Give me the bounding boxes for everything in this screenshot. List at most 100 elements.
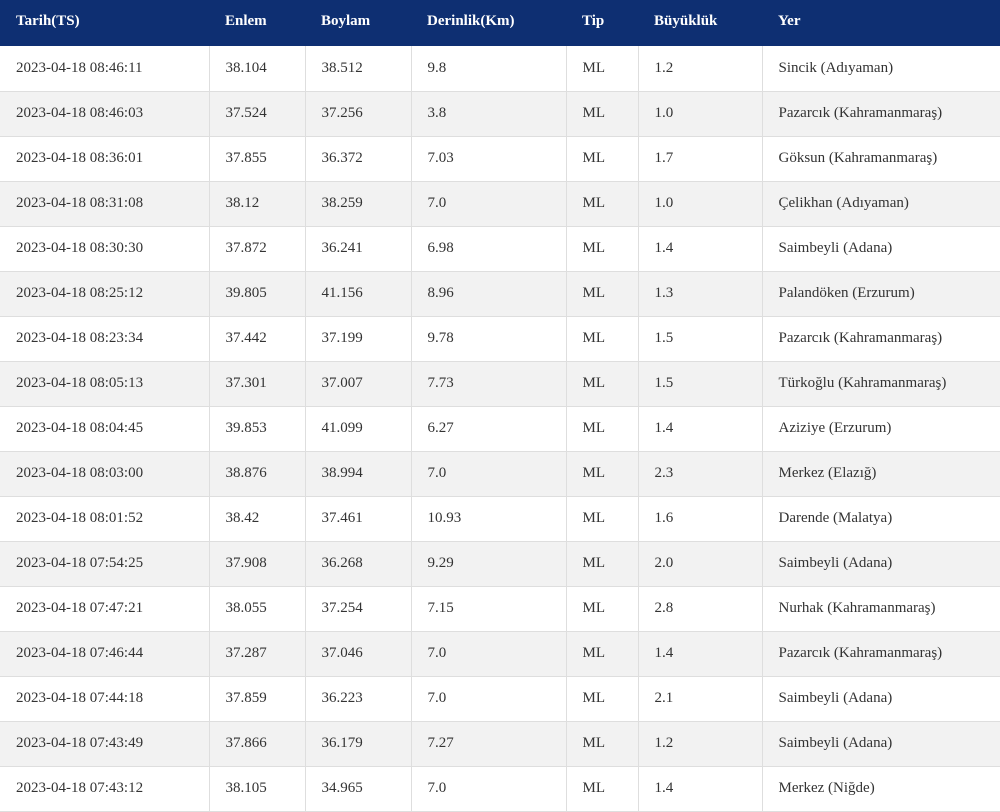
table-row[interactable]: 2023-04-18 08:04:45 39.853 41.099 6.27 ML 1.4… xyxy=(0,406,1000,452)
cell-longitude: 41.156 xyxy=(305,271,412,317)
cell-depth: 9.29 xyxy=(411,541,567,587)
cell-date: 2023-04-18 07:46:44 xyxy=(0,631,210,677)
table-row[interactable]: 2023-04-18 07:47:21 38.055 37.254 7.15 ML 2.8… xyxy=(0,586,1000,632)
cell-depth: 7.0 xyxy=(411,676,567,722)
cell-latitude: 39.805 xyxy=(209,271,306,317)
header-row: Tarih(TS) Enlem Boylam Derinlik(Km) Tip … xyxy=(0,0,1000,46)
cell-date: 2023-04-18 08:03:00 xyxy=(0,451,210,497)
cell-date: 2023-04-18 08:46:11 xyxy=(0,46,210,92)
cell-depth: 10.93 xyxy=(411,496,567,542)
cell-magnitude: 2.0 xyxy=(638,541,763,587)
table-row[interactable]: 2023-04-18 07:43:49 37.866 36.179 7.27 ML 1.2… xyxy=(0,721,1000,767)
cell-longitude: 36.372 xyxy=(305,136,412,182)
table-row[interactable]: 2023-04-18 08:36:01 37.855 36.372 7.03 ML 1.7… xyxy=(0,136,1000,182)
cell-location: Pazarcık (Kahramanmaraş) xyxy=(762,316,1000,362)
table-row[interactable]: 2023-04-18 08:03:00 38.876 38.994 7.0 ML 2.3 M… xyxy=(0,451,1000,497)
cell-type: ML xyxy=(566,316,639,362)
table-row[interactable]: 2023-04-18 08:01:52 38.42 37.461 10.93 ML 1.6… xyxy=(0,496,1000,542)
cell-longitude: 37.199 xyxy=(305,316,412,362)
cell-type: ML xyxy=(566,721,639,767)
cell-location: Merkez (Elazığ) xyxy=(762,451,1000,497)
cell-longitude: 41.099 xyxy=(305,406,412,452)
cell-magnitude: 1.6 xyxy=(638,496,763,542)
cell-location: Pazarcık (Kahramanmaraş) xyxy=(762,631,1000,677)
cell-location: Saimbeyli (Adana) xyxy=(762,541,1000,587)
cell-location: Saimbeyli (Adana) xyxy=(762,676,1000,722)
cell-location: Palandöken (Erzurum) xyxy=(762,271,1000,317)
column-header-longitude[interactable]: Boylam xyxy=(305,0,411,46)
cell-date: 2023-04-18 07:43:12 xyxy=(0,766,210,812)
column-header-depth[interactable]: Derinlik(Km) xyxy=(411,0,566,46)
cell-type: ML xyxy=(566,226,639,272)
earthquake-table: Tarih(TS) Enlem Boylam Derinlik(Km) Tip … xyxy=(0,0,1000,812)
cell-magnitude: 2.8 xyxy=(638,586,763,632)
table-header: Tarih(TS) Enlem Boylam Derinlik(Km) Tip … xyxy=(0,0,1000,46)
table-row[interactable]: 2023-04-18 08:30:30 37.872 36.241 6.98 ML 1.4… xyxy=(0,226,1000,272)
cell-latitude: 39.853 xyxy=(209,406,306,452)
cell-latitude: 38.876 xyxy=(209,451,306,497)
cell-depth: 7.03 xyxy=(411,136,567,182)
cell-longitude: 38.994 xyxy=(305,451,412,497)
cell-depth: 9.8 xyxy=(411,46,567,92)
cell-date: 2023-04-18 08:36:01 xyxy=(0,136,210,182)
cell-type: ML xyxy=(566,541,639,587)
column-header-type[interactable]: Tip xyxy=(566,0,638,46)
table-row[interactable]: 2023-04-18 08:31:08 38.12 38.259 7.0 ML 1.0 Çe… xyxy=(0,181,1000,227)
table-row[interactable]: 2023-04-18 08:25:12 39.805 41.156 8.96 ML 1.3… xyxy=(0,271,1000,317)
cell-longitude: 36.223 xyxy=(305,676,412,722)
cell-depth: 8.96 xyxy=(411,271,567,317)
cell-magnitude: 1.7 xyxy=(638,136,763,182)
column-header-magnitude[interactable]: Büyüklük xyxy=(638,0,762,46)
table-row[interactable]: 2023-04-18 08:05:13 37.301 37.007 7.73 ML 1.5… xyxy=(0,361,1000,407)
cell-depth: 7.27 xyxy=(411,721,567,767)
cell-location: Aziziye (Erzurum) xyxy=(762,406,1000,452)
cell-longitude: 37.046 xyxy=(305,631,412,677)
cell-type: ML xyxy=(566,631,639,677)
table-row[interactable]: 2023-04-18 08:46:03 37.524 37.256 3.8 ML 1.0 P… xyxy=(0,91,1000,137)
cell-type: ML xyxy=(566,496,639,542)
cell-longitude: 37.254 xyxy=(305,586,412,632)
cell-magnitude: 1.4 xyxy=(638,406,763,452)
table-row[interactable]: 2023-04-18 07:54:25 37.908 36.268 9.29 ML 2.0… xyxy=(0,541,1000,587)
cell-latitude: 37.859 xyxy=(209,676,306,722)
cell-date: 2023-04-18 08:46:03 xyxy=(0,91,210,137)
cell-type: ML xyxy=(566,766,639,812)
cell-depth: 3.8 xyxy=(411,91,567,137)
cell-type: ML xyxy=(566,136,639,182)
table-row[interactable]: 2023-04-18 08:23:34 37.442 37.199 9.78 ML 1.5… xyxy=(0,316,1000,362)
cell-type: ML xyxy=(566,181,639,227)
cell-date: 2023-04-18 08:23:34 xyxy=(0,316,210,362)
cell-location: Saimbeyli (Adana) xyxy=(762,226,1000,272)
cell-longitude: 36.241 xyxy=(305,226,412,272)
cell-latitude: 38.42 xyxy=(209,496,306,542)
cell-date: 2023-04-18 07:44:18 xyxy=(0,676,210,722)
cell-depth: 7.0 xyxy=(411,451,567,497)
cell-latitude: 37.287 xyxy=(209,631,306,677)
cell-longitude: 37.461 xyxy=(305,496,412,542)
cell-depth: 7.73 xyxy=(411,361,567,407)
table-row[interactable]: 2023-04-18 07:46:44 37.287 37.046 7.0 ML 1.4 P… xyxy=(0,631,1000,677)
table-body: 2023-04-18 08:46:11 38.104 38.512 9.8 ML 1.2 S… xyxy=(0,46,1000,812)
cell-date: 2023-04-18 08:04:45 xyxy=(0,406,210,452)
cell-location: Türkoğlu (Kahramanmaraş) xyxy=(762,361,1000,407)
cell-date: 2023-04-18 08:31:08 xyxy=(0,181,210,227)
cell-location: Pazarcık (Kahramanmaraş) xyxy=(762,91,1000,137)
table-row[interactable]: 2023-04-18 08:46:11 38.104 38.512 9.8 ML 1.2 S… xyxy=(0,46,1000,92)
cell-magnitude: 1.4 xyxy=(638,226,763,272)
table-row[interactable]: 2023-04-18 07:43:12 38.105 34.965 7.0 ML 1.4 M… xyxy=(0,766,1000,812)
cell-type: ML xyxy=(566,451,639,497)
cell-depth: 7.15 xyxy=(411,586,567,632)
table-row[interactable]: 2023-04-18 07:44:18 37.859 36.223 7.0 ML 2.1 S… xyxy=(0,676,1000,722)
cell-location: Göksun (Kahramanmaraş) xyxy=(762,136,1000,182)
cell-latitude: 37.442 xyxy=(209,316,306,362)
cell-magnitude: 1.3 xyxy=(638,271,763,317)
cell-latitude: 38.104 xyxy=(209,46,306,92)
column-header-date[interactable]: Tarih(TS) xyxy=(0,0,209,46)
column-header-location[interactable]: Yer xyxy=(762,0,1000,46)
cell-type: ML xyxy=(566,676,639,722)
cell-date: 2023-04-18 07:54:25 xyxy=(0,541,210,587)
cell-longitude: 36.268 xyxy=(305,541,412,587)
cell-type: ML xyxy=(566,406,639,452)
cell-depth: 6.27 xyxy=(411,406,567,452)
column-header-latitude[interactable]: Enlem xyxy=(209,0,305,46)
